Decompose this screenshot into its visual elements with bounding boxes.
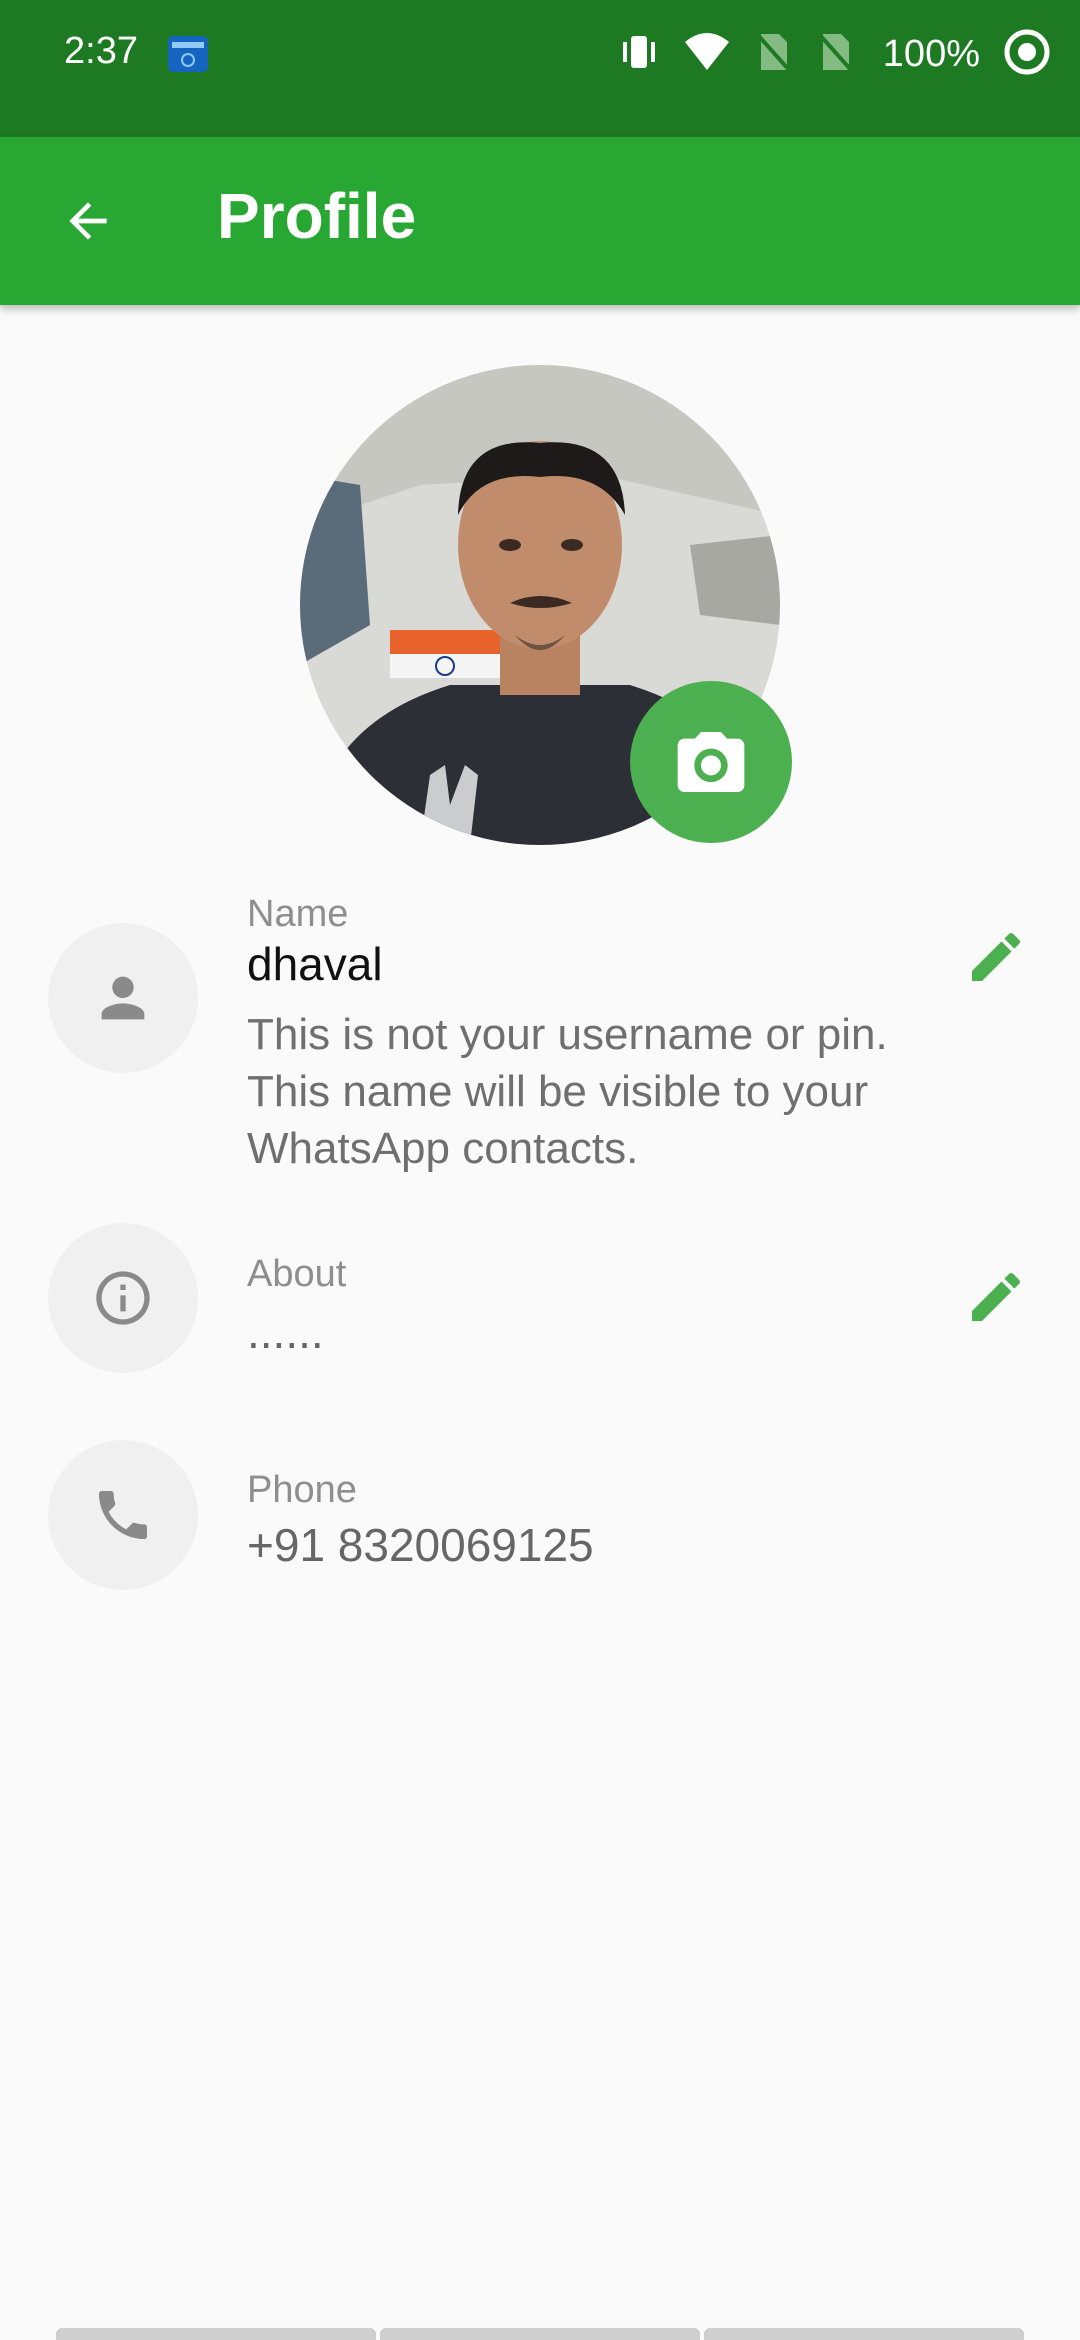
edit-pencil-icon — [972, 1272, 1021, 1321]
name-label: Name — [247, 893, 349, 935]
phone-icon — [99, 1491, 147, 1539]
vibrate-icon — [617, 30, 661, 79]
person-icon — [101, 976, 145, 1020]
name-hint: This is not your username or pin. This n… — [247, 1010, 888, 1173]
edit-about-button[interactable] — [956, 1257, 1036, 1337]
app-bar: Profile — [0, 137, 1080, 305]
data-saver-icon — [1002, 27, 1052, 82]
nav-segment — [380, 2328, 700, 2340]
no-sim-icon — [753, 30, 793, 79]
nav-segment — [56, 2328, 376, 2340]
nav-segment — [704, 2328, 1024, 2340]
page-title: Profile — [217, 180, 417, 252]
phone-value: +91 8320069125 — [247, 1519, 594, 1571]
arrow-back-icon — [69, 202, 107, 240]
info-icon — [96, 1271, 150, 1325]
wifi-icon — [683, 30, 731, 79]
about-label: About — [247, 1253, 347, 1295]
no-sim-icon — [815, 30, 855, 79]
status-icons: 100% — [617, 28, 1052, 80]
change-photo-button[interactable] — [630, 681, 792, 843]
phone-icon-circle — [48, 1440, 198, 1590]
back-button[interactable] — [44, 177, 132, 265]
name-value[interactable]: dhaval — [247, 937, 383, 991]
edit-pencil-icon — [972, 932, 1021, 981]
navigation-bar — [56, 2328, 1024, 2340]
name-icon-circle — [48, 923, 198, 1073]
status-time: 2:37 — [64, 30, 138, 72]
battery-percent: 100% — [882, 32, 980, 75]
app-notification-icon — [166, 32, 210, 76]
about-value[interactable]: ...... — [247, 1305, 324, 1359]
status-bar: 2:37 100% — [0, 0, 1080, 137]
about-icon-circle — [48, 1223, 198, 1373]
phone-label: Phone — [247, 1469, 357, 1511]
camera-icon — [677, 732, 745, 792]
edit-name-button[interactable] — [956, 917, 1036, 997]
